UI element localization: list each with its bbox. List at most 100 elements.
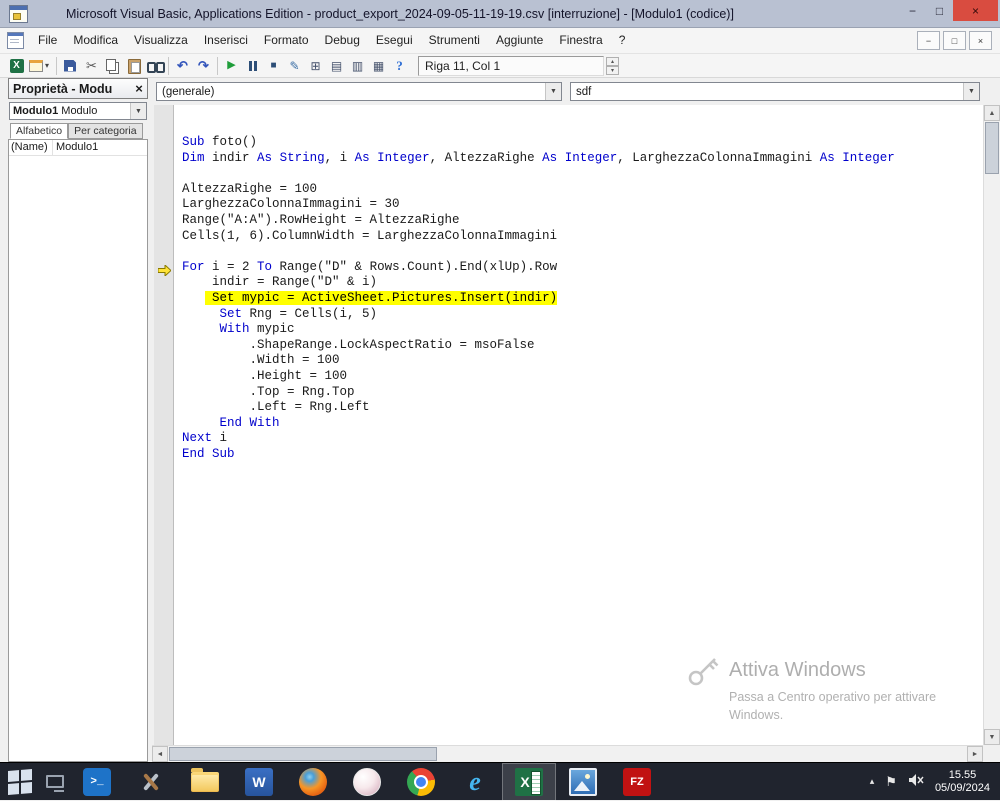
project-explorer-icon[interactable]: ⊞ bbox=[305, 55, 326, 77]
code-editor[interactable]: Sub foto() Dim indir As String, i As Inte… bbox=[174, 105, 983, 745]
dropdown-arrow-icon[interactable]: ▼ bbox=[963, 83, 979, 100]
action-center-flag-icon[interactable]: ⚑ bbox=[885, 774, 897, 790]
paste-icon[interactable] bbox=[123, 55, 144, 77]
code-line: Dim indir As String, i As Integer, Altez… bbox=[182, 150, 895, 165]
powershell-icon: >_ bbox=[83, 767, 111, 796]
object-browser-icon[interactable]: ▥ bbox=[347, 55, 368, 77]
menu-item-modifica[interactable]: Modifica bbox=[65, 28, 126, 53]
scrollbar-thumb[interactable] bbox=[169, 747, 437, 761]
taskbar-button-tools[interactable] bbox=[124, 763, 178, 801]
scrollbar-thumb[interactable] bbox=[985, 122, 999, 174]
menu-item-finestra[interactable]: Finestra bbox=[551, 28, 610, 53]
menu-item-visualizza[interactable]: Visualizza bbox=[126, 28, 196, 53]
taskbar-button-word[interactable]: W bbox=[232, 763, 286, 801]
taskbar-button-file-explorer[interactable] bbox=[178, 763, 232, 801]
insert-userform-icon[interactable] bbox=[27, 55, 53, 77]
dropdown-arrow-icon[interactable]: ▼ bbox=[545, 83, 561, 100]
window-controls: − □ × bbox=[899, 0, 1000, 27]
menu-item-formato[interactable]: Formato bbox=[256, 28, 317, 53]
cut-icon[interactable]: ✂ bbox=[81, 55, 102, 77]
scroll-right-icon[interactable]: ► bbox=[967, 746, 983, 762]
properties-close-icon[interactable]: × bbox=[131, 81, 147, 96]
property-name: (Name) bbox=[9, 140, 53, 155]
spin-down-icon[interactable]: ▾ bbox=[606, 65, 619, 75]
copy-icon[interactable] bbox=[102, 55, 123, 77]
minimize-button[interactable]: − bbox=[899, 0, 926, 21]
taskbar-button-internet-explorer[interactable]: e bbox=[448, 763, 502, 801]
code-line: .Height = 100 bbox=[182, 368, 348, 383]
scroll-left-icon[interactable]: ◄ bbox=[152, 746, 168, 762]
menu-item-inserisci[interactable]: Inserisci bbox=[196, 28, 256, 53]
taskbar-button-photo-viewer[interactable] bbox=[556, 763, 610, 801]
photo-viewer-icon bbox=[569, 767, 597, 796]
undo-icon[interactable]: ↶ bbox=[172, 55, 193, 77]
vertical-scrollbar[interactable]: ▲ ▼ bbox=[983, 105, 1000, 745]
object-dropdown[interactable]: (generale) ▼ bbox=[156, 82, 562, 101]
menu-item-strumenti[interactable]: Strumenti bbox=[421, 28, 488, 53]
internet-explorer-icon: e bbox=[469, 766, 481, 796]
menu-item-debug[interactable]: Debug bbox=[317, 28, 368, 53]
code-line: For i = 2 To Range("D" & Rows.Count).End… bbox=[182, 259, 558, 274]
clock[interactable]: 15.55 05/09/2024 bbox=[935, 769, 990, 795]
child-restore-button[interactable]: □ bbox=[943, 31, 966, 50]
tools-icon bbox=[137, 768, 165, 796]
property-row[interactable]: (Name) Modulo1 bbox=[9, 140, 147, 156]
taskbar-button-desktop[interactable] bbox=[40, 763, 70, 801]
toolbar-spinner[interactable]: ▴ ▾ bbox=[606, 56, 619, 75]
break-icon[interactable] bbox=[242, 55, 263, 77]
system-tray: ▴ ⚑ 15.55 05/09/2024 bbox=[870, 763, 1000, 800]
save-icon[interactable] bbox=[60, 55, 81, 77]
find-icon[interactable] bbox=[144, 55, 165, 77]
menu-item-help[interactable]: ? bbox=[611, 28, 634, 53]
object-selector[interactable]: Modulo1 Modulo ▼ bbox=[9, 102, 147, 120]
tab-per-categoria[interactable]: Per categoria bbox=[68, 123, 143, 139]
child-close-button[interactable]: × bbox=[969, 31, 992, 50]
scroll-down-icon[interactable]: ▼ bbox=[984, 729, 1000, 745]
tab-alfabetico[interactable]: Alfabetico bbox=[10, 123, 69, 139]
child-minimize-button[interactable]: − bbox=[917, 31, 940, 50]
menu-item-aggiunte[interactable]: Aggiunte bbox=[488, 28, 551, 53]
code-line: Set Rng = Cells(i, 5) bbox=[219, 306, 378, 321]
design-mode-icon[interactable]: ✎ bbox=[284, 55, 305, 77]
maximize-button[interactable]: □ bbox=[926, 0, 953, 21]
menu-item-file[interactable]: File bbox=[30, 28, 65, 53]
toolbox-icon[interactable]: ▦ bbox=[368, 55, 389, 77]
taskbar-button-chrome[interactable] bbox=[394, 763, 448, 801]
taskbar-icons: >_ We X FZ bbox=[0, 762, 664, 801]
code-lines: Sub foto() Dim indir As String, i As Inte… bbox=[182, 135, 983, 462]
menu-item-esegui[interactable]: Esegui bbox=[368, 28, 421, 53]
filezilla-icon: FZ bbox=[623, 767, 651, 796]
run-icon[interactable]: ▶ bbox=[221, 55, 242, 77]
reset-icon[interactable]: ■ bbox=[263, 55, 284, 77]
spin-up-icon[interactable]: ▴ bbox=[606, 56, 619, 66]
taskbar-button-start[interactable] bbox=[0, 763, 40, 801]
taskbar-button-filezilla[interactable]: FZ bbox=[610, 763, 664, 801]
code-line: indir = Range("D" & i) bbox=[182, 275, 378, 290]
taskbar-button-excel[interactable]: X bbox=[502, 762, 556, 801]
close-button[interactable]: × bbox=[953, 0, 998, 21]
properties-panel: Proprietà - Modu × Modulo1 Modulo ▼ Alfa… bbox=[8, 78, 148, 762]
margin-indicator-bar[interactable] bbox=[154, 105, 174, 745]
properties-header[interactable]: Proprietà - Modu × bbox=[8, 78, 148, 99]
tray-time: 15.55 bbox=[948, 768, 977, 781]
dropdown-arrow-icon[interactable]: ▼ bbox=[130, 103, 146, 119]
tray-date: 05/09/2024 bbox=[934, 781, 990, 794]
code-line: .ShapeRange.LockAspectRatio = msoFalse bbox=[182, 337, 535, 352]
properties-window-icon[interactable]: ▤ bbox=[326, 55, 347, 77]
taskbar-button-powershell[interactable]: >_ bbox=[70, 763, 124, 801]
show-hidden-icons-icon[interactable]: ▴ bbox=[870, 776, 875, 787]
volume-muted-icon[interactable] bbox=[908, 773, 924, 790]
horizontal-scrollbar[interactable]: ◄ ► bbox=[152, 745, 983, 762]
toolbar-icons: X ✂ ↶↷ ▶ ■✎⊞▤▥▦? bbox=[6, 55, 410, 77]
redo-icon[interactable]: ↷ bbox=[193, 55, 214, 77]
help-icon[interactable]: ? bbox=[389, 55, 410, 77]
taskbar-button-media-player[interactable] bbox=[340, 763, 394, 801]
property-value[interactable]: Modulo1 bbox=[53, 140, 147, 155]
view-excel-icon[interactable]: X bbox=[6, 55, 27, 77]
procedure-dropdown[interactable]: sdf ▼ bbox=[570, 82, 980, 101]
code-line: LarghezzaColonnaImmagini = 30 bbox=[182, 197, 400, 212]
taskbar-button-firefox[interactable] bbox=[286, 763, 340, 801]
toolbar-separator bbox=[53, 56, 60, 75]
scroll-up-icon[interactable]: ▲ bbox=[984, 105, 1000, 121]
